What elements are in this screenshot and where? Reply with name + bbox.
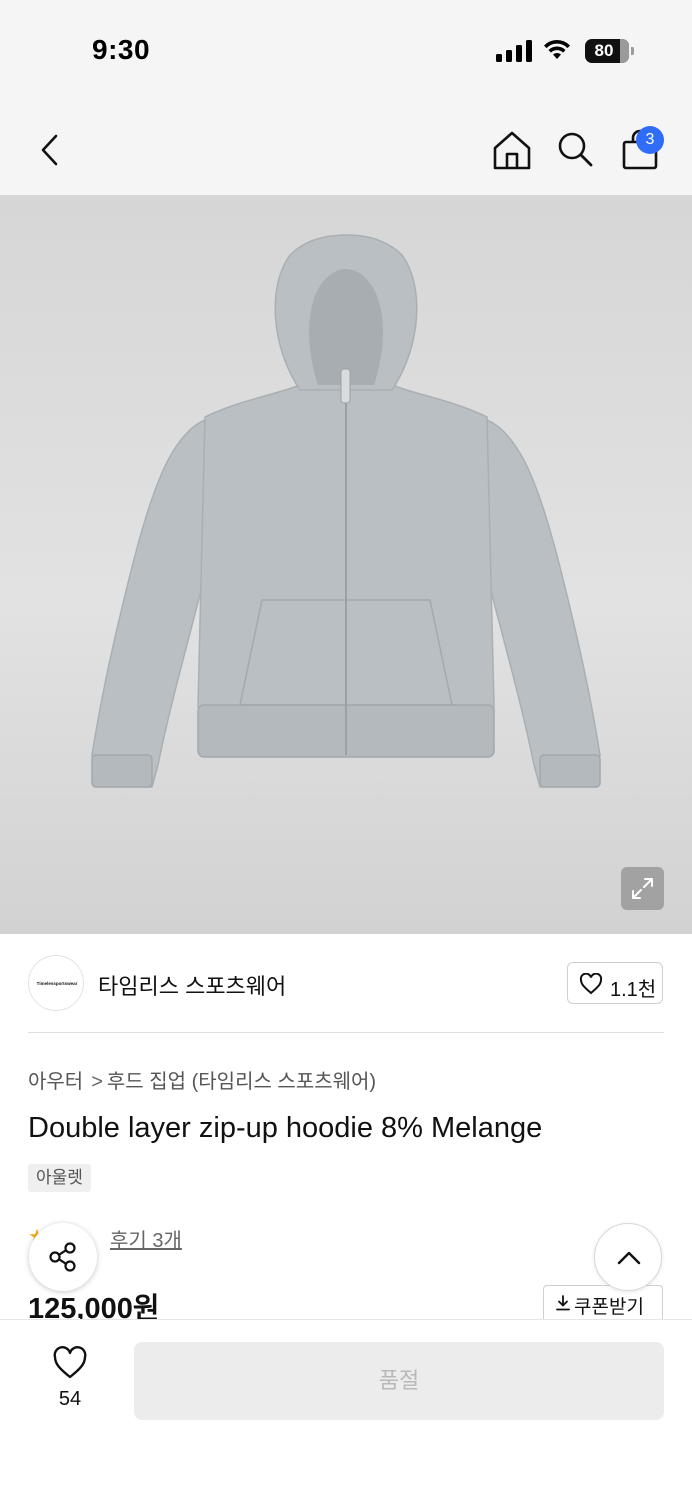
sold-out-button[interactable]: 품절 xyxy=(134,1342,664,1420)
wifi-icon xyxy=(544,39,570,59)
scroll-to-top-button[interactable] xyxy=(594,1223,662,1291)
brand-name[interactable]: 타임리스 스포츠웨어 xyxy=(98,969,286,1001)
share-icon xyxy=(49,1242,76,1272)
coupon-download-button[interactable]: 쿠폰받기 xyxy=(543,1285,663,1321)
home-button[interactable] xyxy=(492,128,532,172)
divider xyxy=(28,1032,664,1033)
cellular-signal-icon xyxy=(496,40,532,62)
download-icon xyxy=(556,1295,570,1311)
search-button[interactable] xyxy=(555,128,595,172)
wishlist-button[interactable]: 54 xyxy=(40,1346,100,1416)
expand-image-button[interactable] xyxy=(621,867,664,910)
outlet-tag: 아울렛 xyxy=(28,1164,91,1192)
status-bar: 9:30 80 xyxy=(0,0,692,100)
search-icon xyxy=(558,132,593,167)
heart-icon xyxy=(53,1346,87,1379)
chevron-left-icon xyxy=(41,134,58,166)
coupon-label: 쿠폰받기 xyxy=(574,1297,644,1318)
brand-like-button[interactable]: 1.1천 xyxy=(567,962,663,1004)
hoodie-image xyxy=(91,234,601,788)
top-nav-bar xyxy=(0,100,692,195)
back-button[interactable] xyxy=(32,130,68,170)
wishlist-count: 54 xyxy=(58,1388,82,1410)
brand-logo[interactable]: Timelessportswear xyxy=(28,955,84,1011)
breadcrumb: 아우터 > 후드 집업 (타임리스 스포츠웨어) xyxy=(28,1065,376,1094)
home-icon xyxy=(493,131,531,170)
cart-count-badge: 3 xyxy=(636,126,664,154)
share-button[interactable] xyxy=(29,1223,97,1291)
brand-like-count: 1.1천 xyxy=(610,979,657,1001)
status-time: 9:30 xyxy=(92,34,151,65)
expand-icon xyxy=(632,878,653,899)
breadcrumb-separator: > xyxy=(91,1071,103,1093)
chevron-up-icon xyxy=(617,1251,641,1265)
breadcrumb-subcategory[interactable]: 후드 집업 (타임리스 스포츠웨어) xyxy=(107,1071,376,1093)
battery-level: 80 xyxy=(594,41,614,60)
brand-row: Timelessportswear 타임리스 스포츠웨어 1.1천 xyxy=(28,955,664,1011)
product-title: Double layer zip-up hoodie 8% Melange xyxy=(28,1112,543,1144)
product-image[interactable] xyxy=(0,195,692,934)
heart-icon xyxy=(579,973,603,995)
breadcrumb-category[interactable]: 아우터 xyxy=(28,1071,83,1093)
review-link[interactable]: 후기 3개 xyxy=(110,1224,182,1253)
battery-icon: 80 xyxy=(585,39,635,63)
bottom-action-bar: 54 품절 xyxy=(0,1319,692,1500)
